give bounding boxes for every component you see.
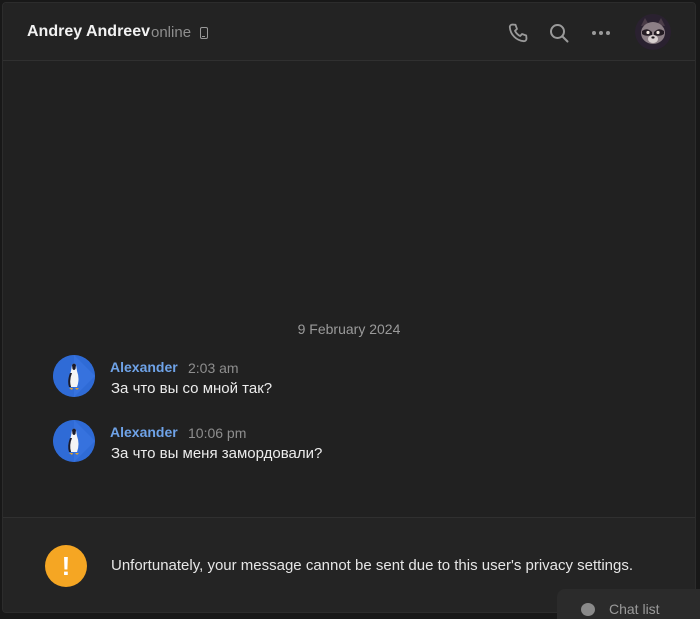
search-button[interactable]	[545, 19, 573, 47]
warning-icon: !	[45, 545, 87, 587]
peer-name[interactable]: Andrey Andreev	[27, 23, 150, 41]
more-icon	[592, 31, 610, 35]
mobile-phone-icon	[200, 27, 208, 39]
penguin-avatar-icon	[53, 355, 95, 397]
call-button[interactable]	[504, 19, 532, 47]
search-icon	[550, 24, 569, 43]
author-avatar[interactable]	[53, 355, 95, 397]
chat-list-label: Chat list	[609, 601, 660, 617]
more-button[interactable]	[587, 19, 615, 47]
message-item[interactable]: Alexander 2:03 am За что вы со мной так?	[53, 355, 653, 403]
message-text: За что вы со мной так?	[111, 380, 273, 397]
message-author[interactable]: Alexander	[110, 424, 178, 440]
message-time: 10:06 pm	[188, 425, 247, 441]
chat-window: Andrey Andreev online 9 February 2024 Al…	[2, 2, 696, 613]
chat-list-button[interactable]: Chat list	[557, 589, 700, 619]
privacy-notice-text: Unfortunately, your message cannot be se…	[111, 557, 634, 574]
message-time: 2:03 am	[188, 360, 239, 376]
peer-status: online	[151, 24, 192, 41]
raccoon-avatar-icon	[635, 14, 671, 50]
peer-avatar[interactable]	[635, 14, 671, 50]
message-author[interactable]: Alexander	[110, 359, 178, 375]
penguin-avatar-icon	[53, 420, 95, 462]
phone-icon	[508, 23, 528, 43]
chat-bubble-icon	[581, 603, 595, 616]
author-avatar[interactable]	[53, 420, 95, 462]
message-text: За что вы меня замордовали?	[111, 445, 323, 462]
date-separator: 9 February 2024	[297, 321, 401, 337]
message-item[interactable]: Alexander 10:06 pm За что вы меня заморд…	[53, 420, 653, 468]
chat-header: Andrey Andreev online	[3, 3, 695, 61]
